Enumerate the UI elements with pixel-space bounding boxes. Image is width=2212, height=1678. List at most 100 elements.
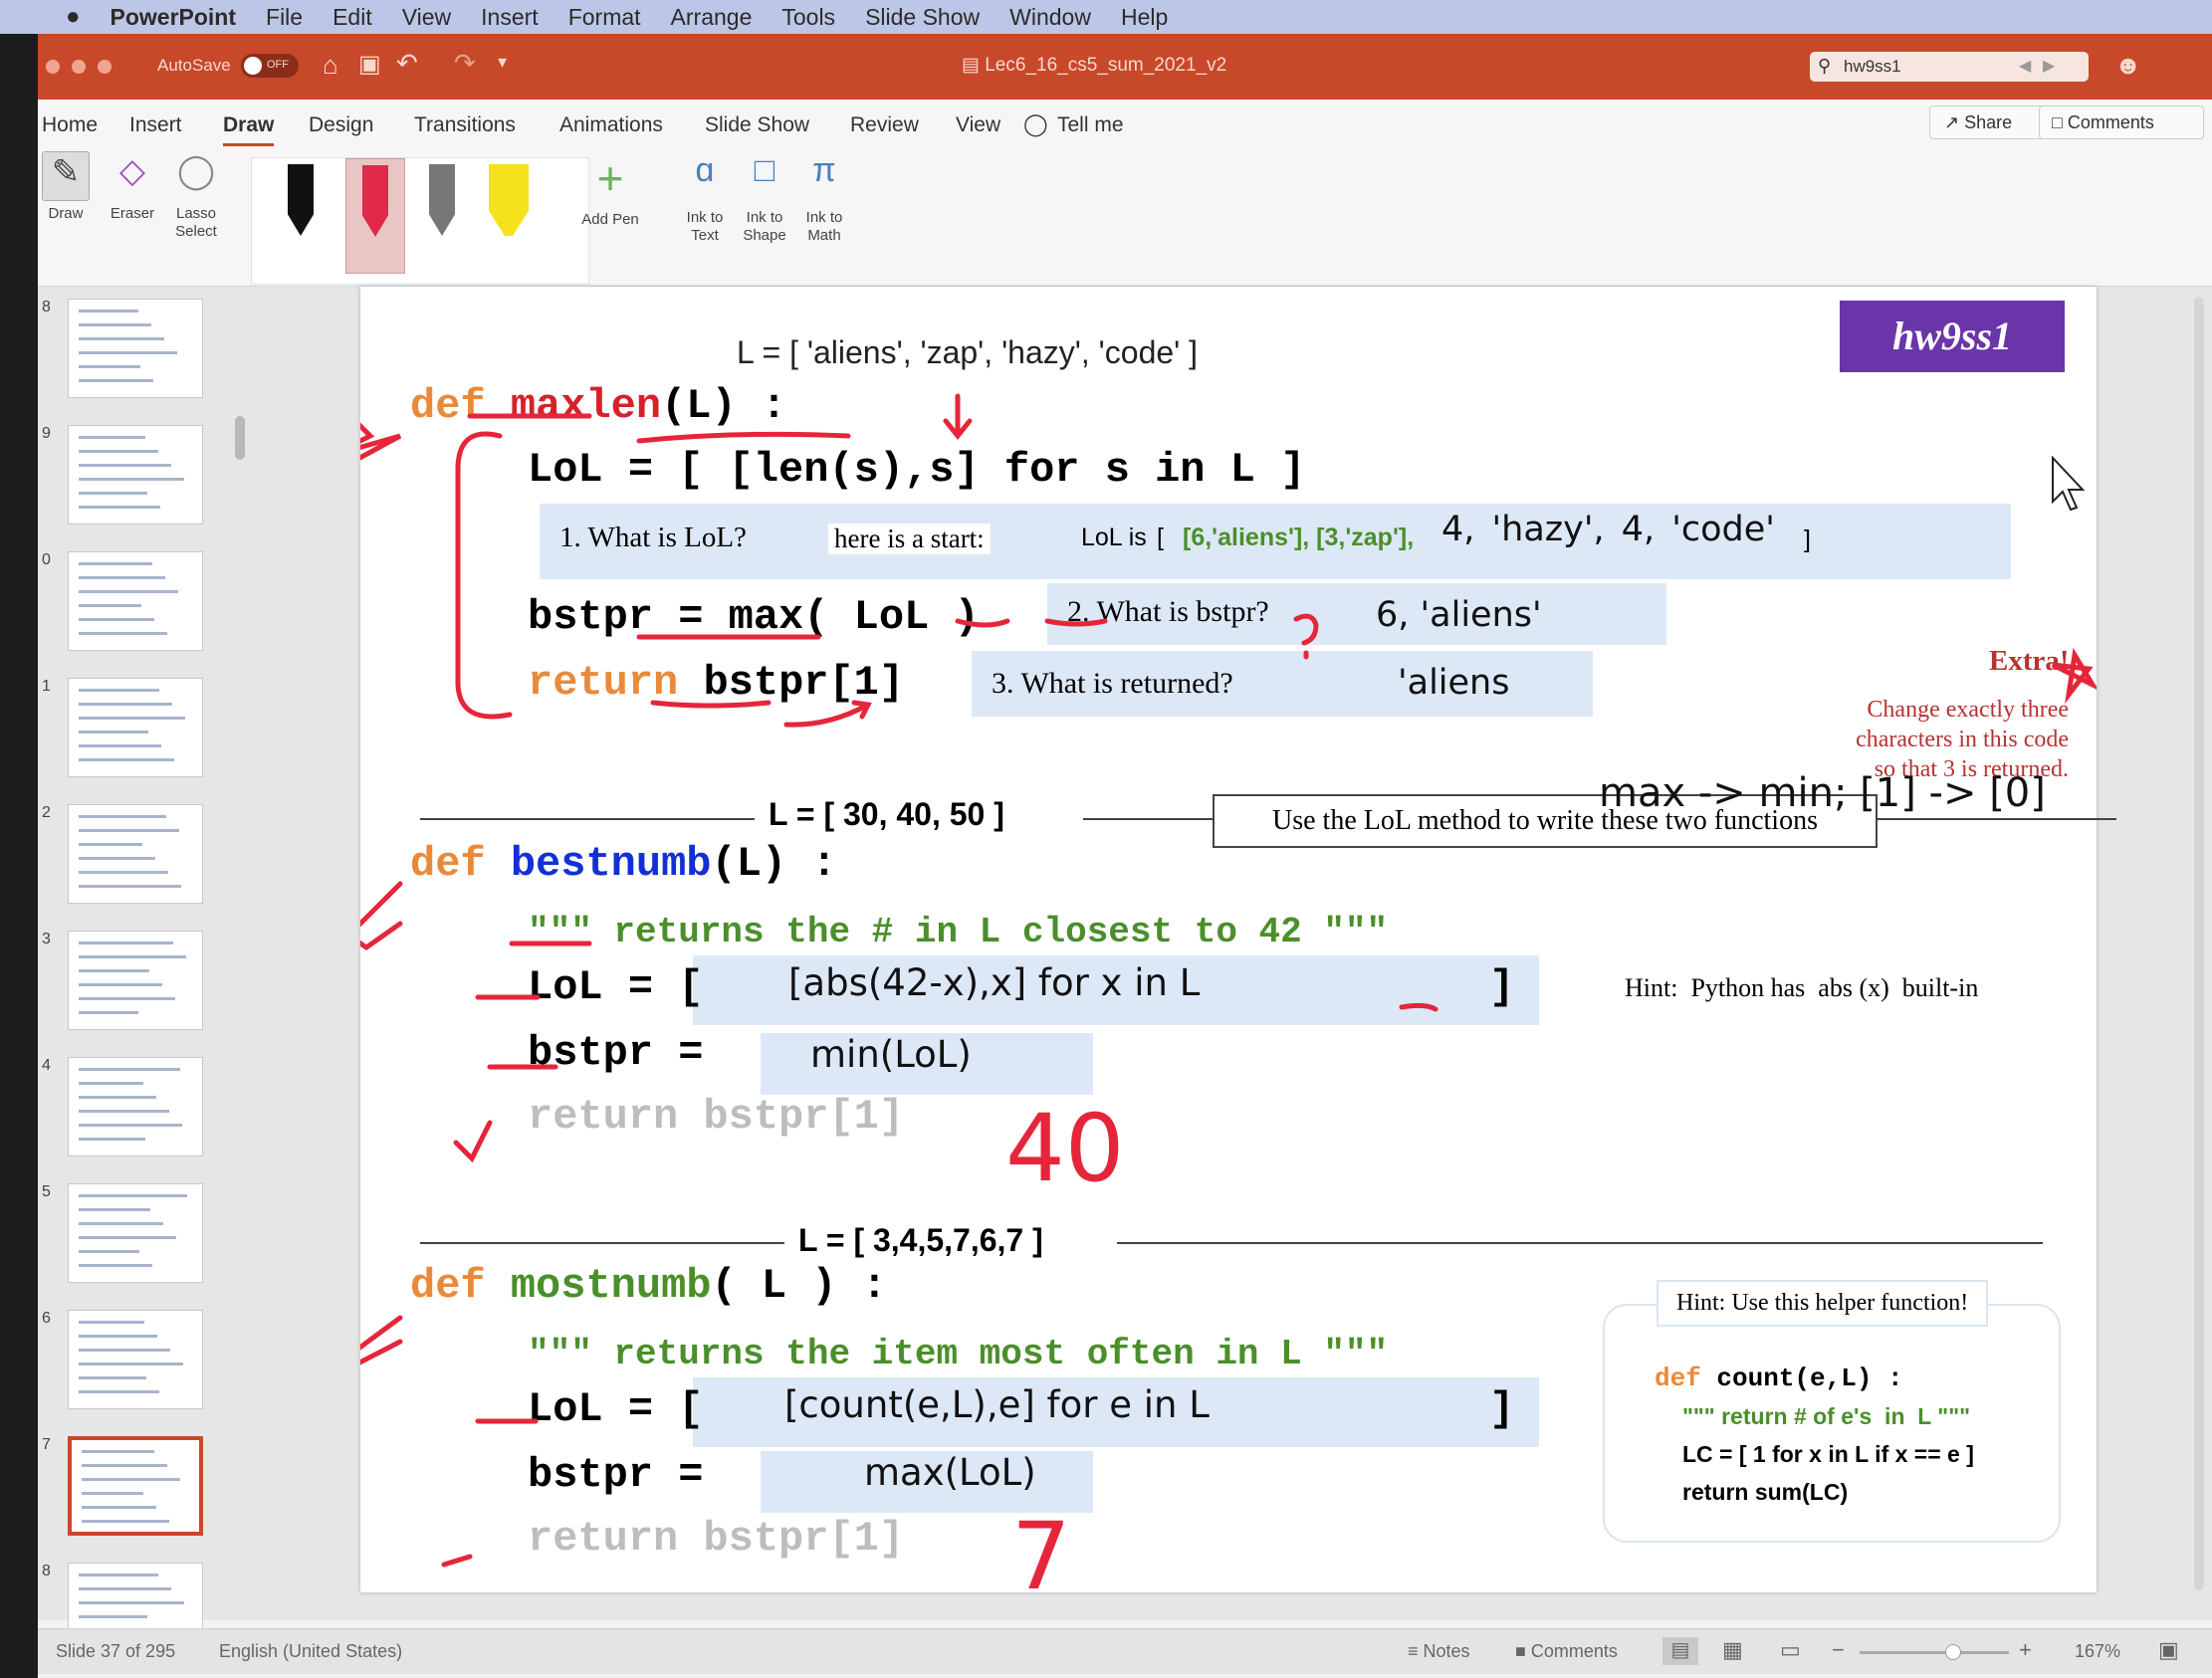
tab-home[interactable]: Home (42, 113, 98, 137)
notes-button[interactable]: ≡ Notes (1408, 1641, 1470, 1662)
thumbnail-scrollbar[interactable] (235, 416, 245, 460)
divider-2-right (1117, 1242, 2043, 1244)
menu-arrange[interactable]: Arrange (671, 4, 753, 31)
menu-help[interactable]: Help (1121, 4, 1168, 31)
slide-thumbnail-pane[interactable]: 8 9 0 1 2 3 4 5 6 7 8 (38, 287, 253, 1662)
menu-view[interactable]: View (402, 4, 451, 31)
home-icon[interactable]: ⌂ (323, 50, 338, 81)
slide-sorter-icon[interactable]: ▦ (1722, 1637, 1743, 1663)
slide-thumbnail[interactable] (68, 678, 203, 777)
profile-icon[interactable]: ☻ (2114, 50, 2141, 81)
eraser-tool[interactable]: ◇ Eraser (100, 151, 165, 222)
status-comments-label: Comments (1530, 1641, 1618, 1661)
canvas-scrollbar[interactable] (2194, 297, 2204, 1590)
zoom-slider[interactable] (1860, 1644, 2009, 1660)
selected-pen-frame[interactable] (345, 158, 405, 274)
menu-format[interactable]: Format (568, 4, 641, 31)
slide-thumbnail[interactable] (68, 299, 203, 398)
menu-app-name[interactable]: PowerPoint (111, 4, 237, 31)
menu-window[interactable]: Window (1009, 4, 1091, 31)
reading-view-icon[interactable]: ▭ (1780, 1637, 1801, 1663)
slide-thumbnail[interactable] (68, 1436, 203, 1536)
menu-file[interactable]: File (266, 4, 303, 31)
draw-tool[interactable]: ✎ Draw (38, 151, 94, 222)
tab-review[interactable]: Review (850, 113, 919, 137)
ink-to-shape-button[interactable]: □ Ink to Shape (735, 151, 794, 245)
menu-edit[interactable]: Edit (332, 4, 372, 31)
menu-slide-show[interactable]: Slide Show (865, 4, 980, 31)
thumbnail-line (79, 351, 177, 354)
thumbnail-line (82, 1464, 167, 1467)
thumbnail-line (79, 955, 186, 958)
draw-ribbon: ✎ Draw ◇ Eraser ◯ Lasso Select + Add Pen… (38, 149, 2212, 287)
slide[interactable]: hw9ss1 L = [ 'aliens', 'zap', 'hazy', 'c… (360, 287, 2116, 1611)
star-stroke-1 (360, 422, 402, 461)
tab-transitions[interactable]: Transitions (414, 113, 516, 137)
q1-box: 1. What is LoL? here is a start: LoL is … (540, 504, 2011, 579)
thumbnail-line (79, 1138, 145, 1141)
zoom-in-icon[interactable]: + (2019, 1637, 2032, 1663)
thumbnail-line (79, 1124, 182, 1127)
thumbnail-line (79, 857, 155, 860)
helper-def-line: def count(e,L) : (1655, 1363, 1903, 1393)
fit-to-window-icon[interactable]: ▣ (2158, 1637, 2179, 1663)
ink-to-text-button[interactable]: ɑ Ink to Text (675, 151, 735, 245)
slide-thumbnail[interactable] (68, 551, 203, 651)
ink-to-math-button[interactable]: π Ink to Math (794, 151, 854, 245)
slide-thumbnail[interactable] (68, 1057, 203, 1156)
lasso-select-tool[interactable]: ◯ Lasso Select (163, 151, 229, 241)
gray-pen-icon[interactable] (429, 164, 455, 236)
thumbnail-line (79, 1363, 183, 1365)
slide-thumbnail[interactable] (68, 804, 203, 904)
redo-icon[interactable]: ↷ (454, 48, 476, 79)
language-indicator[interactable]: English (United States) (219, 1641, 402, 1662)
slide-thumbnail[interactable] (68, 1310, 203, 1409)
thumbnail-line (79, 1321, 144, 1324)
share-label: Share (1964, 112, 2013, 132)
undo-icon[interactable]: ↶ (396, 48, 418, 79)
black-pen-icon[interactable] (288, 164, 314, 236)
close-window-button[interactable] (46, 60, 60, 74)
slide-thumbnail[interactable] (68, 425, 203, 524)
minimize-window-button[interactable] (72, 60, 86, 74)
tab-slide-show[interactable]: Slide Show (705, 113, 809, 137)
save-icon[interactable]: ▣ (358, 50, 381, 79)
tab-draw[interactable]: Draw (223, 113, 275, 146)
zoom-window-button[interactable] (98, 60, 111, 74)
zoom-out-icon[interactable]: − (1832, 1637, 1845, 1663)
slide-thumbnail[interactable] (68, 1183, 203, 1283)
slide-thumbnail[interactable] (68, 931, 203, 1030)
tab-animations[interactable]: Animations (559, 113, 663, 137)
thumbnail-line (79, 1601, 184, 1604)
menu-tools[interactable]: Tools (781, 4, 835, 31)
highlighter-icon[interactable] (489, 164, 529, 236)
def-keyword-3: def (410, 1262, 486, 1310)
thumbnail-line (79, 758, 174, 761)
normal-view-icon[interactable]: ▤ (1662, 1637, 1698, 1665)
tab-view[interactable]: View (956, 113, 1000, 137)
autosave-toggle[interactable]: OFF (241, 54, 299, 78)
search-prev-icon[interactable]: ◀ (2019, 56, 2031, 76)
search-next-icon[interactable]: ▶ (2043, 56, 2055, 76)
zoom-level[interactable]: 167% (2075, 1641, 2120, 1662)
zoom-slider-thumb[interactable] (1945, 1644, 1961, 1660)
status-comments-button[interactable]: ■ Comments (1515, 1641, 1618, 1662)
lencall-underline (636, 431, 851, 444)
tell-me-field[interactable]: Tell me (1057, 113, 1124, 137)
add-pen-button[interactable]: + Add Pen (571, 151, 649, 228)
apple-icon[interactable]: ● (66, 3, 81, 31)
menu-insert[interactable]: Insert (481, 4, 539, 31)
search-input[interactable]: hw9ss1 (1844, 57, 1901, 77)
s-arrow (943, 393, 973, 441)
customize-toolbar-icon[interactable]: ▾ (498, 52, 507, 73)
thumbnail-line (79, 604, 141, 607)
thumbnail-line (79, 1068, 180, 1071)
q3-label: 3. What is returned? (992, 667, 1233, 700)
share-button[interactable]: ↗ Share (1929, 105, 2053, 139)
comments-button[interactable]: □ Comments (2039, 105, 2204, 139)
thumbnail-number: 8 (42, 1563, 51, 1579)
tab-design[interactable]: Design (309, 113, 373, 137)
lol-is-label: LoL is (1081, 524, 1147, 551)
tab-insert[interactable]: Insert (129, 113, 182, 137)
search-box[interactable]: ⚲ hw9ss1 ◀ ▶ (1810, 52, 2089, 82)
